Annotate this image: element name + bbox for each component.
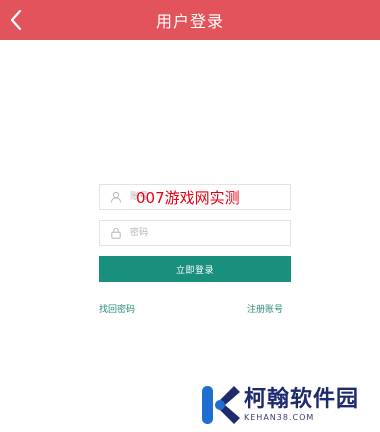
password-input[interactable] (130, 223, 280, 243)
lock-icon (104, 221, 128, 245)
site-name-en: KEHAN38.COM (244, 413, 315, 422)
username-input[interactable] (130, 187, 280, 207)
app-header: 用户登录 (0, 0, 380, 40)
back-button[interactable] (2, 6, 30, 34)
user-icon (104, 185, 128, 209)
login-button[interactable]: 立即登录 (99, 256, 291, 282)
password-field[interactable] (99, 220, 291, 246)
page-title: 用户登录 (155, 12, 224, 31)
chevron-left-icon (10, 9, 22, 31)
forgot-password-link[interactable]: 找回密码 (99, 302, 135, 315)
site-logo: 柯翰软件园 KEHAN38.COM (198, 382, 368, 428)
username-field[interactable] (99, 184, 291, 210)
site-name-cn: 柯翰软件园 (244, 387, 360, 412)
login-page: 用户登录 007游戏网实测 立即登录 找回密码 注册账号 柯翰软 (0, 0, 380, 432)
register-link[interactable]: 注册账号 (247, 302, 283, 315)
k-logo-icon (202, 386, 240, 424)
